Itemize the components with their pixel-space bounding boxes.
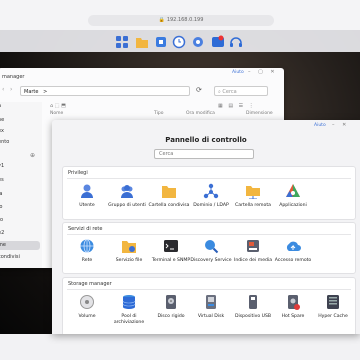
user-group-icon [119,183,135,199]
shared-folder-icon [161,183,177,199]
file-station-icon[interactable] [135,34,149,48]
help-link[interactable]: Aiuto [314,123,326,128]
volume-icon [79,294,95,310]
section-storage-manager: Storage manager Volume Pool di archiviaz… [62,277,356,334]
storage-pool-icon [121,294,137,310]
sidebar-item[interactable]: to [0,216,40,225]
view-toggle[interactable]: ▦ ▤ ☰ ⋮ [218,103,256,109]
refresh-icon[interactable]: ⟳ [196,86,202,94]
bottom-margin [0,334,360,360]
new-folder-icon[interactable]: ⌂ ⬚ ⬒ [50,103,66,109]
search-input[interactable]: Cerca [154,149,254,159]
sidebar-item[interactable]: y1 [0,162,40,171]
virtual-disk-icon [203,294,219,310]
tile-disco-rigido[interactable]: Disco rigido [149,294,193,320]
tile-hot-spare[interactable]: Hot Spare [271,294,315,320]
tile-pool-archiviazione[interactable]: Pool di archiviazione [107,294,151,325]
tile-accesso-remoto[interactable]: Accesso remoto [271,238,315,264]
tile-dispositivo-usb[interactable]: Dispositivo USB [231,294,275,320]
sidebar-item[interactable]: a [0,102,40,111]
section-title: Servizi di rete [68,226,103,232]
file-service-icon [121,238,137,254]
terminal-icon [163,238,179,254]
tile-terminal-snmp[interactable]: Terminal e SNMP [149,238,193,264]
network-icon [79,238,95,254]
sidebar-item[interactable]: es [0,176,40,185]
tile-cartella-remota[interactable]: Cartella remota [231,183,275,209]
tile-utente[interactable]: Utente [65,183,109,209]
tile-rete[interactable]: Rete [65,238,109,264]
support-icon[interactable] [229,34,243,48]
media-index-icon [245,238,261,254]
tile-cartella-condivisa[interactable]: Cartella condivisa [147,183,191,209]
window-title: manager [2,74,25,80]
forward-icon[interactable]: › [10,86,12,93]
tile-dominio-ldap[interactable]: Dominio / LDAP [189,183,233,209]
photos-icon[interactable] [211,34,225,48]
divider [67,234,351,235]
help-link[interactable]: Aiuto [232,70,244,75]
remote-access-icon [285,238,301,254]
usb-device-icon [245,294,261,310]
section-title: Privilegi [68,170,88,176]
user-icon [79,183,95,199]
domain-ldap-icon [203,183,219,199]
browser-toolbar: 🔒 192.168.0.199 [0,0,360,30]
sidebar-item[interactable]: e2 [0,229,40,238]
tile-volume[interactable]: Volume [65,294,109,320]
tile-applicazioni[interactable]: Applicazioni [271,183,315,209]
applications-icon [285,183,301,199]
add-icon[interactable]: ⊕ [30,152,35,159]
tile-indice-media[interactable]: Indice dei media [231,238,275,264]
tile-virtual-disk[interactable]: Virtual Disk [189,294,233,320]
lock-icon: 🔒 [158,17,165,23]
section-title: Storage manager [68,281,112,287]
address-bar[interactable]: 🔒 192.168.0.199 [88,15,274,26]
sidebar-item[interactable]: lo [0,203,40,212]
package-icon[interactable] [154,34,168,48]
path-field[interactable]: Marte > [20,86,190,96]
window-controls[interactable]: – ▢ ✕ [248,69,278,75]
path-text: Marte [24,89,39,95]
window-controls[interactable]: – ✕ [332,122,349,128]
sidebar-item[interactable]: ento [0,138,40,147]
discovery-icon [203,238,219,254]
hard-disk-icon [163,294,179,310]
search-input[interactable]: ⌕ Cerca [214,86,268,96]
chevron-right-icon: > [43,89,48,95]
sidebar-item[interactable]: ex [0,127,40,136]
sidebar: a ne ex ento y1 es ia lo to e2 me condiv… [0,102,42,268]
back-icon[interactable]: ‹ [2,86,4,93]
column-modified[interactable]: Ora modifica [186,111,215,116]
tile-gruppo-utenti[interactable]: Gruppo di utenti [105,183,149,209]
divider [67,289,351,290]
column-type[interactable]: Tipo [154,111,163,116]
search-icon: ⌕ [218,89,221,95]
tile-servizio-file[interactable]: Servizio file [107,238,151,264]
settings-icon[interactable] [191,34,205,48]
url-text: 192.168.0.199 [166,17,204,23]
hyper-cache-icon [325,294,341,310]
taskbar [0,30,360,52]
sidebar-item[interactable]: ia [0,190,40,199]
tile-discovery-service[interactable]: Discovery Service [189,238,233,264]
hot-spare-icon [285,294,301,310]
sidebar-item-selected[interactable]: me [0,241,40,250]
page-title: Pannello di controllo [165,136,247,144]
column-name[interactable]: Nome [50,111,63,116]
apps-grid-icon[interactable] [115,34,129,48]
column-size[interactable]: Dimensione [246,111,273,116]
sidebar-item[interactable]: ne [0,116,40,125]
remote-folder-icon [245,183,261,200]
control-panel-window: Aiuto – ✕ Pannello di controllo Cerca Pr… [52,120,360,334]
sidebar-item[interactable]: condivisi [0,253,40,262]
clock-icon[interactable] [172,34,186,49]
section-servizi-di-rete: Servizi di rete Rete Servizio file Termi… [62,222,356,274]
tile-hyper-cache[interactable]: Hyper Cache [311,294,355,320]
section-privilegi: Privilegi Utente Gruppo di utenti Cartel… [62,166,356,220]
divider [67,178,351,179]
